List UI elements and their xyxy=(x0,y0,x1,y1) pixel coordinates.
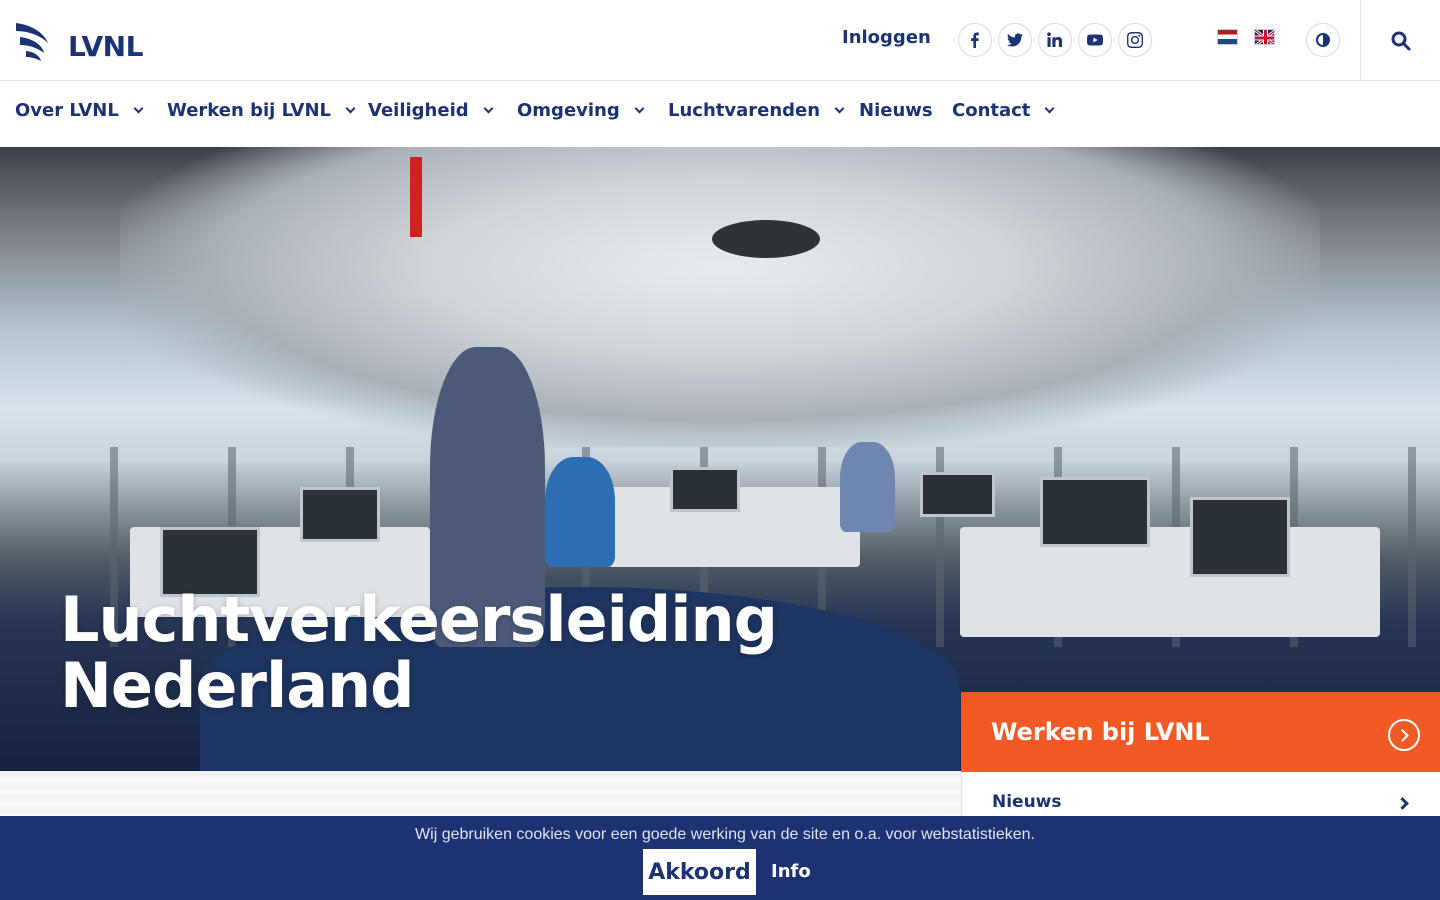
search-icon xyxy=(1391,31,1410,50)
hero-photo-screen xyxy=(920,472,995,517)
hero-photo-person xyxy=(545,457,615,567)
search-button[interactable] xyxy=(1360,0,1440,81)
chevron-right-circle-icon xyxy=(1388,719,1420,751)
instagram-icon xyxy=(1127,32,1143,48)
nav-item-label: Luchtvarenden xyxy=(668,100,821,121)
social-links xyxy=(958,23,1152,57)
english-flag-icon[interactable] xyxy=(1254,29,1275,45)
instagram-link[interactable] xyxy=(1118,23,1152,57)
twitter-icon xyxy=(1007,33,1023,47)
chevron-down-icon xyxy=(483,103,494,114)
nav-item-omgeving[interactable]: Omgeving xyxy=(517,100,645,121)
logo-wordmark: LVNL xyxy=(68,29,143,63)
chevron-down-icon xyxy=(1044,103,1055,114)
contrast-icon xyxy=(1316,33,1330,47)
cookie-info-link[interactable]: Info xyxy=(771,861,811,882)
nav-item-contact[interactable]: Contact xyxy=(952,100,1055,121)
linkedin-icon xyxy=(1047,32,1063,47)
facebook-icon xyxy=(971,32,979,48)
chevron-right-icon xyxy=(1396,797,1409,810)
werken-bij-lvnl-cta[interactable]: Werken bij LVNL xyxy=(961,692,1440,772)
lvnl-logo[interactable]: LVNL xyxy=(14,16,154,64)
main-navigation: Over LVNL Werken bij LVNL Veiligheid Omg… xyxy=(0,81,1440,147)
cookie-message: Wij gebruiken cookies voor een goede wer… xyxy=(415,826,1035,843)
hero-photo-red-tube xyxy=(410,157,422,237)
nav-item-label: Nieuws xyxy=(859,100,933,121)
chevron-down-icon xyxy=(133,103,144,114)
hero-photo-ceiling-light xyxy=(712,220,820,258)
hero-title: Luchtverkeersleiding Nederland xyxy=(60,587,778,722)
chevron-down-icon xyxy=(345,103,356,114)
hero-photo-screen xyxy=(1040,477,1150,547)
linkedin-link[interactable] xyxy=(1038,23,1072,57)
nav-item-werken-bij-lvnl[interactable]: Werken bij LVNL xyxy=(167,100,356,121)
hero-photo-console xyxy=(960,527,1380,637)
cookie-accept-button[interactable]: Akkoord xyxy=(643,849,756,895)
chevron-down-icon xyxy=(634,103,645,114)
nav-item-label: Omgeving xyxy=(517,100,620,121)
nieuws-link-label: Nieuws xyxy=(992,792,1062,812)
hero-photo-screen xyxy=(1190,497,1290,577)
youtube-icon xyxy=(1087,34,1103,46)
nav-item-nieuws[interactable]: Nieuws xyxy=(859,100,933,121)
nav-item-veiligheid[interactable]: Veiligheid xyxy=(368,100,494,121)
chevron-down-icon xyxy=(834,103,845,114)
hero-photo-person xyxy=(840,442,895,532)
facebook-link[interactable] xyxy=(958,23,992,57)
language-switcher xyxy=(1217,29,1275,45)
contrast-toggle[interactable] xyxy=(1306,23,1340,57)
hero-photo-screen xyxy=(300,487,380,542)
hero-banner: Luchtverkeersleiding Nederland xyxy=(0,147,1440,771)
cta-label: Werken bij LVNL xyxy=(991,718,1210,746)
lvnl-swoosh-icon xyxy=(16,23,48,61)
nav-item-label: Over LVNL xyxy=(15,100,119,121)
nav-item-label: Contact xyxy=(952,100,1031,121)
top-header: LVNL Inloggen xyxy=(0,0,1440,81)
twitter-link[interactable] xyxy=(998,23,1032,57)
nav-item-over-lvnl[interactable]: Over LVNL xyxy=(15,100,144,121)
hero-title-line1: Luchtverkeersleiding xyxy=(60,583,778,656)
dutch-flag-icon[interactable] xyxy=(1217,29,1238,45)
cookie-banner: Wij gebruiken cookies voor een goede wer… xyxy=(0,816,1440,900)
nav-item-luchtvarenden[interactable]: Luchtvarenden xyxy=(668,100,845,121)
hero-title-line2: Nederland xyxy=(60,649,415,722)
nav-item-label: Werken bij LVNL xyxy=(167,100,332,121)
nav-item-label: Veiligheid xyxy=(368,100,469,121)
login-link[interactable]: Inloggen xyxy=(842,27,931,48)
youtube-link[interactable] xyxy=(1078,23,1112,57)
hero-photo-screen xyxy=(670,467,740,512)
hero-photo-ceiling xyxy=(120,147,1320,447)
